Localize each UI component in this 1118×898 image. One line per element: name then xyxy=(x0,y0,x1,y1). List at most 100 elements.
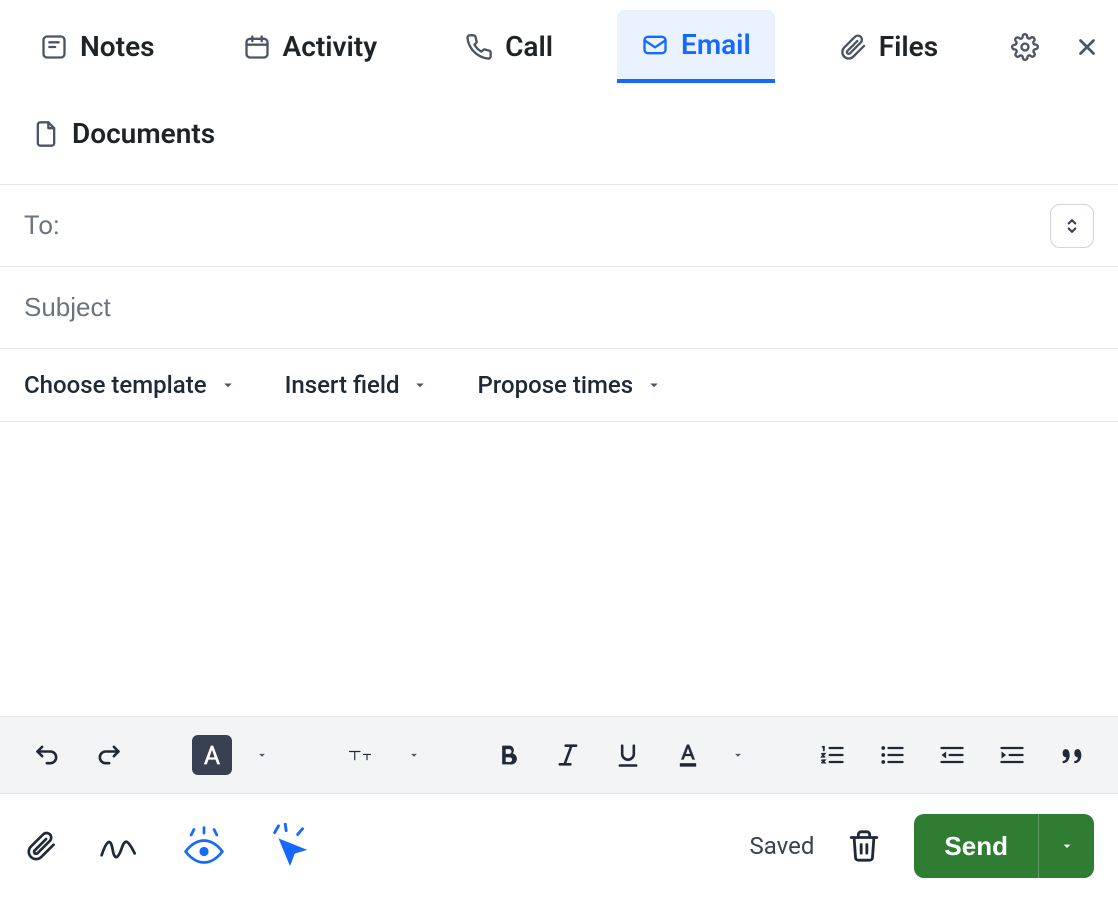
tabs-region: Notes Activity Call Email xyxy=(0,0,1118,185)
tab-label: Activity xyxy=(283,30,378,63)
caret-down-icon xyxy=(255,748,269,762)
tab-label: Files xyxy=(879,30,938,63)
text-color-caret[interactable] xyxy=(728,735,748,775)
bottom-action-bar: Saved Send xyxy=(0,794,1118,898)
to-input[interactable] xyxy=(59,202,1050,249)
settings-button[interactable] xyxy=(1010,32,1040,62)
indent-icon xyxy=(998,741,1026,769)
choose-template-dropdown[interactable]: Choose template xyxy=(24,371,237,399)
signature-button[interactable] xyxy=(98,826,142,866)
tab-label: Notes xyxy=(80,30,155,63)
close-icon xyxy=(1074,34,1100,60)
format-toolbar xyxy=(0,716,1118,794)
caret-down-icon xyxy=(731,748,745,762)
insert-field-dropdown[interactable]: Insert field xyxy=(285,371,430,399)
note-icon xyxy=(40,33,68,61)
list-group xyxy=(800,735,1104,775)
email-icon xyxy=(641,31,669,59)
redo-button[interactable] xyxy=(88,735,128,775)
tab-label: Email xyxy=(681,28,751,61)
outdent-button[interactable] xyxy=(932,735,972,775)
visibility-tracking-button[interactable] xyxy=(182,824,226,868)
ordered-list-button[interactable] xyxy=(812,735,852,775)
gear-icon xyxy=(1011,33,1039,61)
action-right-group: Saved Send xyxy=(750,814,1094,878)
tabs-right-controls xyxy=(1010,32,1102,62)
close-button[interactable] xyxy=(1072,32,1102,62)
eye-sparkle-icon xyxy=(182,826,226,866)
caret-down-icon xyxy=(411,376,429,394)
redo-icon xyxy=(94,741,122,769)
expand-recipients-toggle[interactable] xyxy=(1050,204,1094,248)
subject-field-row xyxy=(0,267,1118,349)
to-field-row: To: xyxy=(0,185,1118,267)
tab-activity[interactable]: Activity xyxy=(219,12,402,81)
paperclip-icon xyxy=(25,830,57,862)
to-label: To: xyxy=(24,211,59,241)
unordered-list-button[interactable] xyxy=(872,735,912,775)
tab-notes[interactable]: Notes xyxy=(16,12,179,81)
send-button[interactable]: Send xyxy=(914,814,1094,878)
send-label: Send xyxy=(914,831,1038,862)
text-color-icon xyxy=(674,741,702,769)
italic-button[interactable] xyxy=(548,735,588,775)
font-size-caret[interactable] xyxy=(404,735,424,775)
send-options-caret[interactable] xyxy=(1038,814,1094,878)
history-group xyxy=(16,735,140,775)
tab-label: Call xyxy=(505,30,553,63)
text-format-group xyxy=(476,735,760,775)
bold-button[interactable] xyxy=(488,735,528,775)
tab-files[interactable]: Files xyxy=(815,12,962,81)
caret-down-icon xyxy=(1059,838,1075,854)
template-dropdown-row: Choose template Insert field Propose tim… xyxy=(0,349,1118,422)
caret-down-icon xyxy=(219,376,237,394)
tab-documents[interactable]: Documents xyxy=(24,107,223,160)
italic-icon xyxy=(554,741,582,769)
font-style-group xyxy=(180,735,284,775)
chevron-up-down-icon xyxy=(1062,216,1082,236)
save-status: Saved xyxy=(750,832,815,860)
tab-label: Documents xyxy=(72,117,215,150)
underline-button[interactable] xyxy=(608,735,648,775)
blockquote-button[interactable] xyxy=(1052,735,1092,775)
dropdown-label: Propose times xyxy=(477,371,633,399)
tabs-row-1: Notes Activity Call Email xyxy=(16,10,1102,83)
text-size-icon xyxy=(346,741,374,769)
caret-down-icon xyxy=(407,748,421,762)
dropdown-label: Insert field xyxy=(285,371,400,399)
font-size-button[interactable] xyxy=(336,735,384,775)
trash-icon xyxy=(847,829,881,863)
email-body-editor[interactable] xyxy=(0,422,1118,716)
action-left-group xyxy=(24,822,314,870)
signature-icon xyxy=(98,829,142,863)
undo-icon xyxy=(34,741,62,769)
bold-icon xyxy=(494,741,522,769)
cursor-sparkle-icon xyxy=(267,823,313,869)
unordered-list-icon xyxy=(878,741,906,769)
font-family-caret[interactable] xyxy=(252,735,272,775)
tabs-row-2: Documents xyxy=(16,83,1102,184)
propose-times-dropdown[interactable]: Propose times xyxy=(477,371,663,399)
subject-input[interactable] xyxy=(24,284,1094,331)
dropdown-label: Choose template xyxy=(24,371,207,399)
outdent-icon xyxy=(938,741,966,769)
indent-button[interactable] xyxy=(992,735,1032,775)
tab-email[interactable]: Email xyxy=(617,10,775,83)
calendar-icon xyxy=(243,33,271,61)
quote-icon xyxy=(1058,741,1086,769)
undo-button[interactable] xyxy=(28,735,68,775)
font-a-icon xyxy=(198,741,226,769)
smart-compose-button[interactable] xyxy=(266,822,314,870)
caret-down-icon xyxy=(645,376,663,394)
document-icon xyxy=(32,120,60,148)
phone-icon xyxy=(465,33,493,61)
underline-icon xyxy=(614,741,642,769)
font-family-button[interactable] xyxy=(192,735,232,775)
ordered-list-icon xyxy=(818,741,846,769)
delete-draft-button[interactable] xyxy=(846,826,882,866)
paperclip-icon xyxy=(839,33,867,61)
text-color-button[interactable] xyxy=(668,735,708,775)
tab-call[interactable]: Call xyxy=(441,12,577,81)
attach-file-button[interactable] xyxy=(24,826,58,866)
email-composer: Notes Activity Call Email xyxy=(0,0,1118,898)
